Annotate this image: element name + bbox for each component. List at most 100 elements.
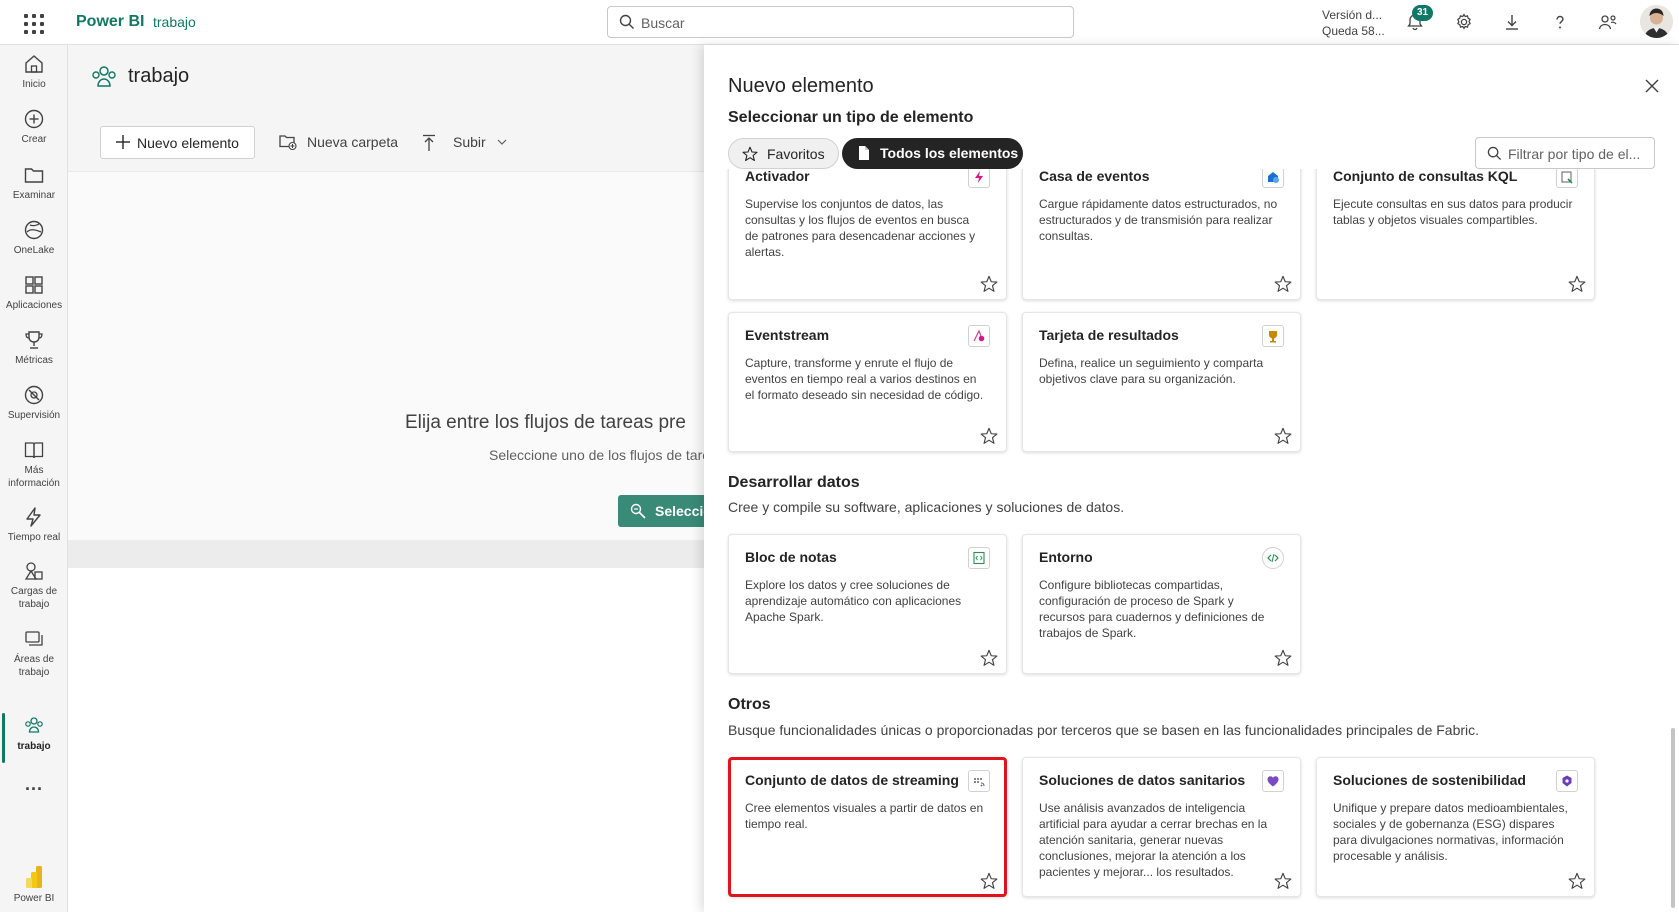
item-card-conjunto-de-consultas-kql[interactable]: Conjunto de consultas KQL Ejecute consul…	[1316, 169, 1595, 300]
nav-label: trabajo	[18, 599, 50, 610]
filter-input[interactable]: Filtrar por tipo de el...	[1475, 137, 1655, 169]
nav-item-metricas[interactable]: Métricas	[0, 329, 68, 367]
workspace-icon	[92, 66, 116, 87]
favorite-star-icon[interactable]	[980, 872, 998, 890]
item-card-activador[interactable]: Activador Supervise los conjuntos de dat…	[728, 169, 1007, 300]
nav-item-examinar[interactable]: Examinar	[0, 164, 68, 202]
favorite-star-icon[interactable]	[980, 649, 998, 667]
empty-state-subheading: Seleccione uno de los flujos de tare	[489, 447, 711, 463]
tab-all-items-label: Todos los elementos	[880, 145, 1019, 161]
workspace-empty-state: Elija entre los flujos de tareas pre Sel…	[68, 172, 718, 540]
activator-icon	[968, 169, 990, 188]
nav-item-cargas-de-trabajo[interactable]: Cargas de trabajo	[0, 560, 68, 611]
nav-item-mas-informacion[interactable]: Más información	[0, 439, 68, 490]
favorite-star-icon[interactable]	[1274, 872, 1292, 890]
download-icon[interactable]	[1500, 10, 1524, 34]
nav-item-crear[interactable]: Crear	[0, 108, 68, 146]
item-card-bloc-de-notas[interactable]: Bloc de notas Explore los datos y cree s…	[728, 534, 1007, 674]
nav-item-areas-de-trabajo[interactable]: Áreas de trabajo	[0, 628, 68, 679]
people-icon	[25, 717, 43, 733]
card-title: Conjunto de consultas KQL	[1333, 169, 1518, 184]
workspace-area: trabajo Nuevo elemento Nueva carpeta Sub…	[68, 45, 718, 912]
notification-badge: 31	[1412, 5, 1433, 21]
workspaces-icon	[25, 631, 43, 646]
help-icon[interactable]	[1548, 10, 1572, 34]
favorite-star-icon[interactable]	[1568, 872, 1586, 890]
search-input[interactable]: Buscar	[607, 6, 1074, 38]
favorite-star-icon[interactable]	[1274, 649, 1292, 667]
breadcrumb-workspace[interactable]: trabajo	[153, 14, 196, 30]
new-item-button[interactable]: Nuevo elemento	[100, 126, 255, 159]
item-card-eventstream[interactable]: Eventstream Capture, transforme y enrute…	[728, 312, 1007, 452]
nav-item-onelake[interactable]: OneLake	[0, 219, 68, 257]
nav-label: trabajo	[18, 667, 50, 678]
avatar[interactable]	[1640, 5, 1673, 38]
nav-item-tiempo-real[interactable]: Tiempo real	[0, 506, 68, 544]
item-card-casa-de-eventos[interactable]: Casa de eventos Cargue rápidamente datos…	[1022, 169, 1301, 300]
nav-item-trabajo[interactable]: trabajo	[0, 715, 68, 753]
nav-item-inicio[interactable]: Inicio	[0, 53, 68, 91]
brand-name[interactable]: Power BI	[76, 13, 144, 31]
card-title: Soluciones de sostenibilidad	[1333, 772, 1526, 788]
nav-label: Cargas de	[10, 586, 58, 597]
sustainability-icon	[1556, 770, 1578, 792]
item-card-entorno[interactable]: Entorno Configure bibliotecas compartida…	[1022, 534, 1301, 674]
trial-line-2: Queda 58...	[1322, 24, 1385, 38]
item-card-soluciones-de-datos-sanitarios[interactable]: Soluciones de datos sanitarios Use análi…	[1022, 757, 1301, 897]
scorecard-icon	[1262, 325, 1284, 347]
workloads-icon	[24, 562, 43, 580]
favorite-star-icon[interactable]	[1274, 275, 1292, 293]
card-title: Eventstream	[745, 327, 830, 343]
nav-item-supervision[interactable]: Supervisión	[0, 384, 68, 422]
item-card-conjunto-de-datos-de-streaming[interactable]: Conjunto de datos de streaming Cree elem…	[728, 757, 1007, 897]
close-icon[interactable]	[1645, 79, 1659, 93]
workspace-divider	[68, 540, 704, 568]
share-people-icon[interactable]	[1596, 10, 1620, 34]
upload-icon	[423, 134, 435, 151]
favorite-star-icon[interactable]	[1568, 275, 1586, 293]
app-launcher-icon[interactable]	[22, 12, 44, 34]
workspace-toolbar: Nuevo elemento Nueva carpeta Subir	[68, 110, 704, 172]
item-card-tarjeta-de-resultados[interactable]: Tarjeta de resultados Defina, realice un…	[1022, 312, 1301, 452]
favorite-star-icon[interactable]	[1274, 427, 1292, 445]
nav-label: OneLake	[13, 245, 55, 256]
chevron-down-icon	[497, 139, 507, 145]
panel-title: Nuevo elemento	[728, 75, 874, 97]
select-task-flow-button[interactable]: Seleccio	[618, 495, 718, 527]
plus-icon	[116, 135, 130, 149]
panel-scrollbar[interactable]	[1671, 728, 1675, 908]
panel-subtitle: Seleccionar un tipo de elemento	[728, 109, 974, 126]
card-title: Casa de eventos	[1039, 169, 1150, 184]
item-list: Activador Supervise los conjuntos de dat…	[704, 169, 1679, 912]
search-icon	[1487, 146, 1502, 161]
favorite-star-icon[interactable]	[980, 275, 998, 293]
card-description: Unifique y prepare datos medioambientale…	[1333, 801, 1568, 863]
upload-label: Subir	[453, 134, 486, 150]
card-title: Conjunto de datos de streaming	[745, 772, 959, 788]
nav-item-power-bi[interactable]: Power BI	[0, 865, 68, 905]
folder-icon	[24, 168, 44, 183]
filter-placeholder: Filtrar por tipo de el...	[1508, 146, 1641, 162]
streaming-dataset-icon	[968, 770, 990, 792]
folder-add-icon	[279, 135, 297, 150]
card-description: Configure bibliotecas compartidas, confi…	[1039, 578, 1265, 640]
gear-icon[interactable]	[1452, 10, 1476, 34]
onelake-icon	[24, 220, 44, 240]
trial-status[interactable]: Versión d... Queda 58...	[1322, 7, 1385, 39]
lightning-icon	[26, 507, 41, 527]
nav-label: Métricas	[15, 355, 53, 366]
card-description: Explore los datos y cree soluciones de a…	[745, 578, 962, 624]
workspace-header: trabajo	[68, 45, 704, 110]
workspace-list-area	[68, 568, 704, 912]
favorite-star-icon[interactable]	[980, 427, 998, 445]
item-card-soluciones-de-sostenibilidad[interactable]: Soluciones de sostenibilidad Unifique y …	[1316, 757, 1595, 897]
create-icon	[24, 109, 44, 129]
tab-favorites-label: Favoritos	[767, 146, 825, 162]
more-icon[interactable]: ...	[0, 775, 68, 793]
left-navigation: Inicio Crear Examinar OneLake Aplicacion…	[0, 45, 68, 912]
tab-all-items[interactable]: Todos los elementos	[842, 138, 1023, 169]
eventhouse-icon	[1262, 169, 1284, 188]
nav-item-aplicaciones[interactable]: Aplicaciones	[0, 274, 68, 312]
tab-favorites[interactable]: Favoritos	[728, 138, 839, 169]
notebook-icon	[968, 547, 990, 569]
